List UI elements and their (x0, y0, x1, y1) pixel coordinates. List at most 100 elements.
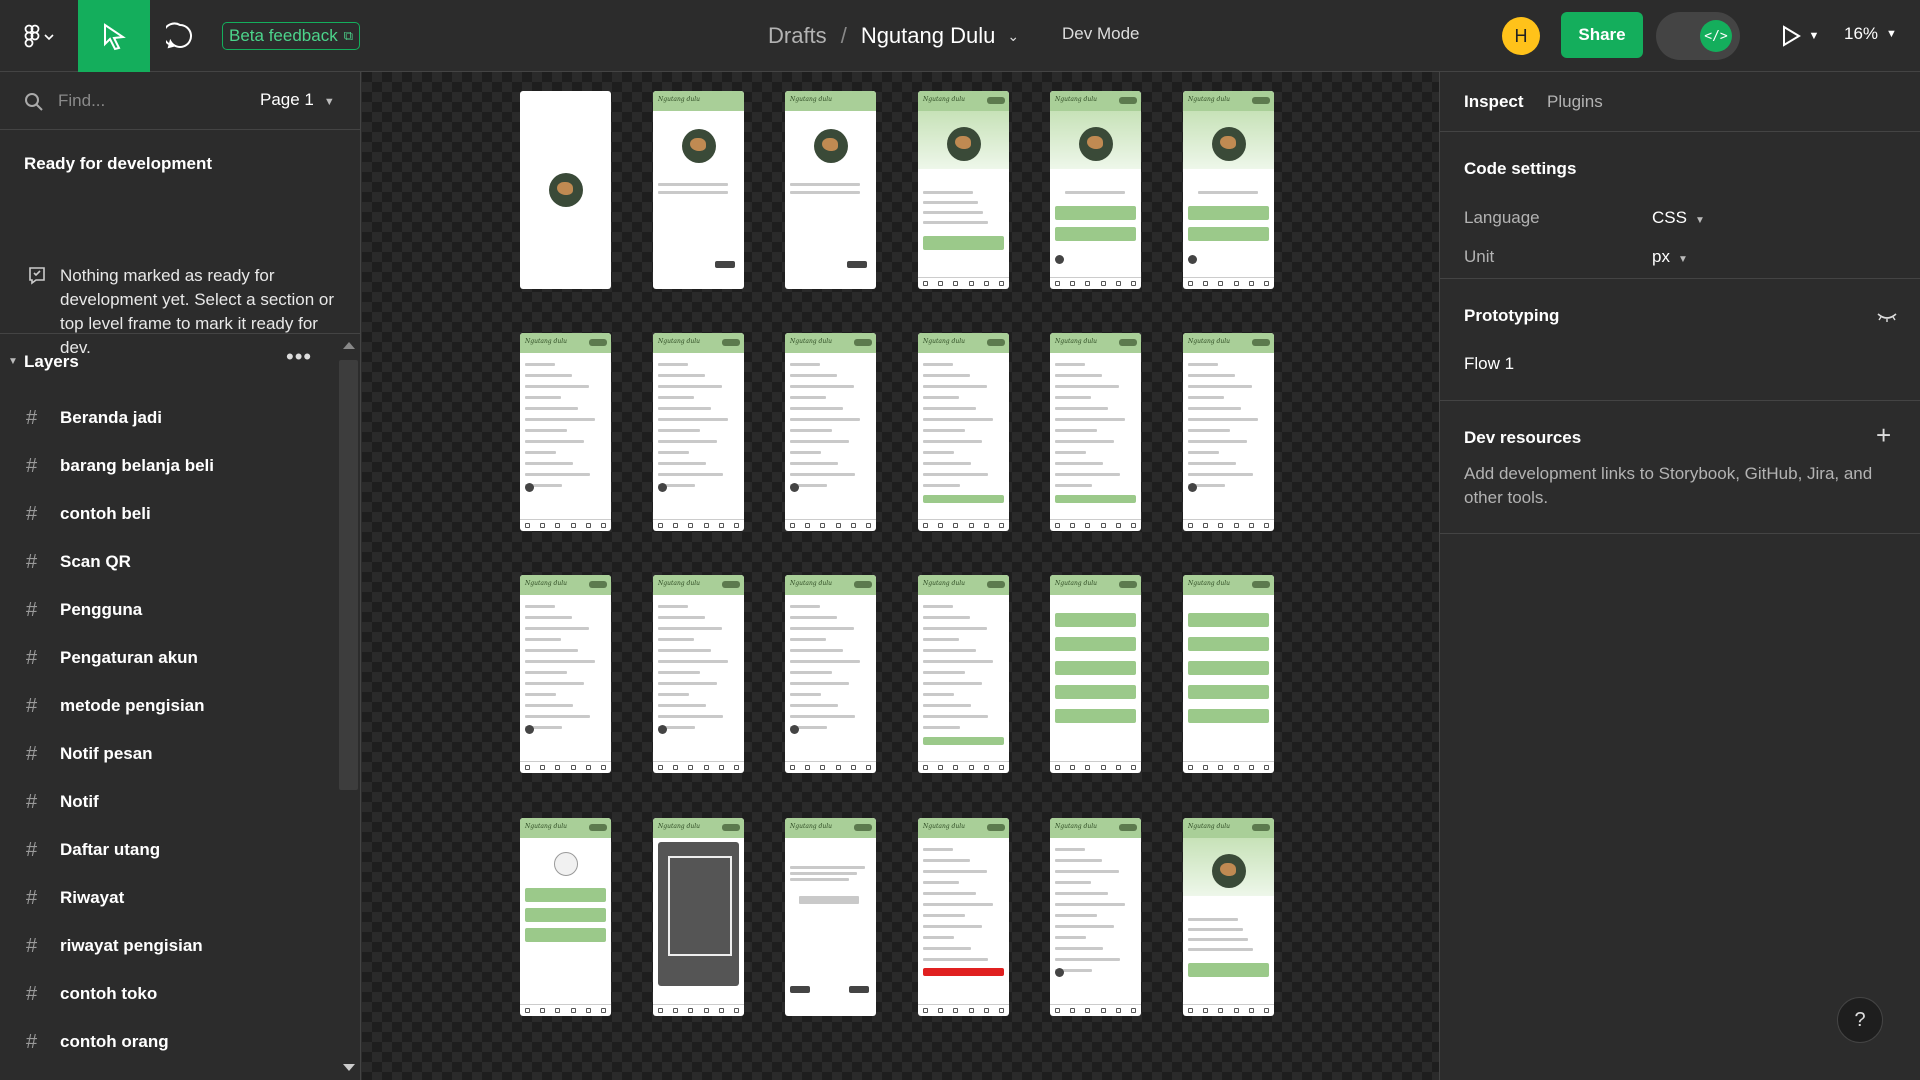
main-menu-button[interactable] (10, 14, 66, 58)
nav-icon (673, 523, 679, 528)
layers-scrollbar[interactable] (336, 334, 360, 1080)
text-line (658, 638, 694, 641)
breadcrumb-drafts[interactable]: Drafts (768, 23, 827, 49)
design-frame[interactable]: Ngutang dulu (1183, 818, 1274, 1016)
text-line (790, 682, 849, 685)
layer-item[interactable]: # riwayat pengisian (0, 922, 336, 970)
bottom-nav (785, 761, 876, 773)
layer-item[interactable]: # contoh toko (0, 970, 336, 1018)
design-frame[interactable]: Ngutang dulu (653, 818, 744, 1016)
text-line (790, 660, 860, 663)
move-tool-button[interactable] (78, 0, 150, 72)
layer-name: Notif pesan (60, 744, 153, 763)
design-frame[interactable]: Ngutang dulu (520, 575, 611, 773)
balance-pill (1119, 824, 1137, 831)
layer-item[interactable]: # barang belanja beli (0, 442, 336, 490)
green-button-mock (1188, 709, 1269, 723)
flow-link[interactable]: Flow 1 (1464, 354, 1514, 374)
layer-name: contoh orang (60, 1032, 169, 1051)
text-line (658, 660, 728, 663)
design-frame[interactable]: Ngutang dulu (1050, 91, 1141, 289)
design-frame[interactable]: Ngutang dulu (1050, 818, 1141, 1016)
share-button[interactable]: Share (1561, 12, 1643, 58)
code-settings-title: Code settings (1464, 159, 1577, 178)
design-frame[interactable]: Ngutang dulu (918, 575, 1009, 773)
scroll-up-icon[interactable] (343, 342, 355, 349)
design-frame[interactable]: Ngutang dulu (653, 333, 744, 531)
layer-item[interactable]: # Daftar utang (0, 826, 336, 874)
design-frame[interactable]: Ngutang dulu (918, 333, 1009, 531)
nav-icon (1188, 1008, 1194, 1013)
present-button[interactable]: ▼ (1770, 18, 1830, 54)
design-frame[interactable]: Ngutang dulu (1183, 333, 1274, 531)
brand-label: Ngutang dulu (790, 823, 833, 830)
layer-item[interactable]: # Riwayat (0, 874, 336, 922)
scroll-down-icon[interactable] (343, 1064, 355, 1071)
add-icon[interactable]: + (1876, 420, 1891, 451)
nav-icon (1115, 281, 1121, 286)
layer-item[interactable]: # contoh orang (0, 1018, 336, 1066)
layer-item[interactable]: # Beranda jadi (0, 394, 336, 442)
hide-eye-icon[interactable] (1876, 310, 1898, 324)
prototyping-title: Prototyping (1464, 306, 1560, 325)
design-frame[interactable]: Ngutang dulu (785, 818, 876, 1016)
nav-icon (1115, 1008, 1121, 1013)
design-canvas[interactable]: Ngutang dulu Ngutang dulu Ngutang dulu Ngut… (362, 72, 1439, 1080)
language-value: CSS (1652, 208, 1687, 227)
layer-item[interactable]: # Pengaturan akun (0, 634, 336, 682)
nav-icon (1188, 523, 1194, 528)
design-frame[interactable]: Ngutang dulu (1050, 333, 1141, 531)
design-frame[interactable]: Ngutang dulu (785, 333, 876, 531)
layer-item[interactable]: # Notif pesan (0, 730, 336, 778)
design-frame[interactable]: Ngutang dulu (653, 575, 744, 773)
nav-icon (923, 281, 929, 286)
text-line (790, 407, 843, 410)
layers-header: ▼ Layers ••• (0, 334, 336, 392)
find-input[interactable] (58, 88, 238, 114)
tab-plugins[interactable]: Plugins (1547, 92, 1603, 112)
design-frame[interactable]: Ngutang dulu (520, 818, 611, 1016)
nav-icon (953, 765, 959, 770)
help-button[interactable]: ? (1837, 997, 1883, 1043)
layer-item[interactable]: # Notif (0, 778, 336, 826)
layer-item[interactable]: # metode pengisian (0, 682, 336, 730)
design-frame[interactable]: Ngutang dulu (918, 91, 1009, 289)
language-select[interactable]: CSS ▼ (1652, 208, 1705, 228)
more-options-icon[interactable]: ••• (286, 344, 312, 370)
text-line (923, 936, 954, 939)
comment-tool-button[interactable] (158, 14, 202, 58)
balance-pill (1252, 824, 1270, 831)
beta-feedback-button[interactable]: Beta feedback ⧉ (222, 22, 360, 50)
layer-item[interactable]: # Pengguna (0, 586, 336, 634)
design-frame[interactable]: Ngutang dulu (1183, 91, 1274, 289)
brand-label: Ngutang dulu (1188, 96, 1231, 103)
layer-item[interactable]: # contoh beli (0, 490, 336, 538)
chevron-down-icon[interactable]: ⌄ (1007, 28, 1019, 45)
design-frame[interactable]: Ngutang dulu (1050, 575, 1141, 773)
design-frame[interactable]: Ngutang dulu (653, 91, 744, 289)
dev-mode-toggle[interactable]: </> (1656, 12, 1740, 60)
text-line (525, 682, 584, 685)
design-frame[interactable]: Ngutang dulu (520, 333, 611, 531)
text-line (923, 947, 971, 950)
design-frame[interactable]: Ngutang dulu (785, 575, 876, 773)
avatar[interactable]: H (1502, 17, 1540, 55)
page-selector[interactable]: Page 1 ▼ (260, 90, 335, 110)
file-name[interactable]: Ngutang Dulu (861, 23, 996, 49)
nav-icon (835, 523, 841, 528)
zoom-menu[interactable]: 16% ▼ (1844, 24, 1897, 44)
design-frame[interactable]: Ngutang dulu (918, 818, 1009, 1016)
unit-select[interactable]: px ▼ (1652, 247, 1688, 267)
design-frame[interactable]: Ngutang dulu (785, 91, 876, 289)
design-frame[interactable]: Ngutang dulu (1183, 575, 1274, 773)
collapse-caret-icon[interactable]: ▼ (8, 356, 18, 367)
layer-item[interactable]: # Scan QR (0, 538, 336, 586)
search-icon (25, 93, 43, 111)
text-line (923, 418, 993, 421)
text-line (658, 704, 706, 707)
back-icon (658, 483, 667, 492)
tab-inspect[interactable]: Inspect (1464, 92, 1524, 112)
balance-pill (589, 339, 607, 346)
design-frame[interactable] (520, 91, 611, 289)
scroll-thumb[interactable] (339, 360, 358, 790)
